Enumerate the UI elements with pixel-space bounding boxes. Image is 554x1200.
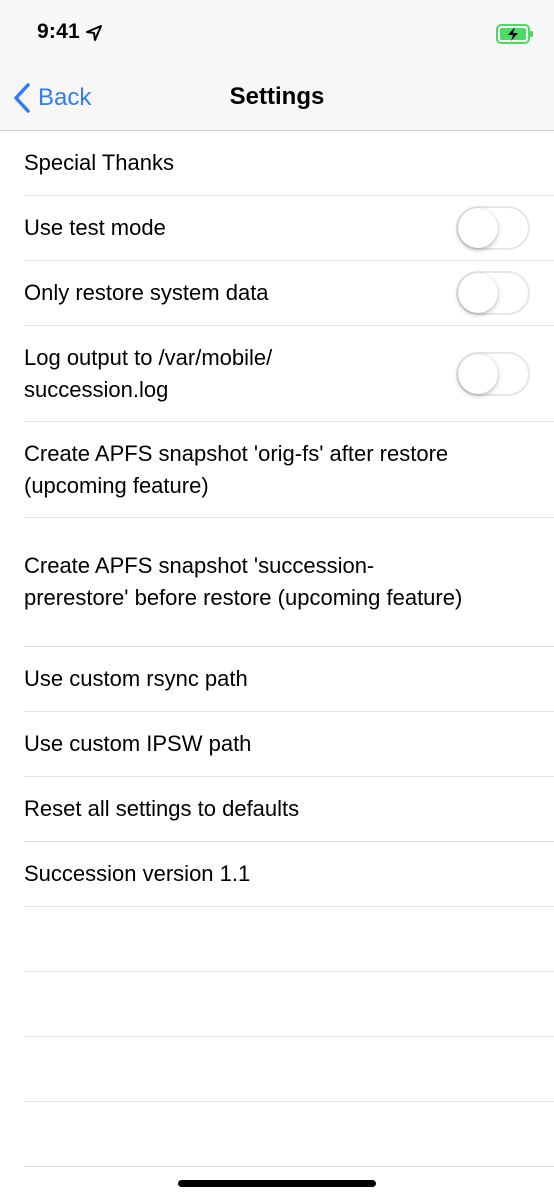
empty-row [24,972,554,1037]
settings-row-test-mode: Use test mode [24,196,554,261]
row-label: Log output to /var/mobile/ succession.lo… [24,344,273,402]
row-label: Reset all settings to defaults [24,796,300,821]
home-indicator[interactable] [178,1180,376,1187]
row-label: Use test mode [24,215,166,240]
toggle-knob [458,353,498,394]
row-label: Succession version 1.1 [24,861,251,886]
settings-list: Special Thanks Use test mode Only restor… [0,131,554,1167]
settings-screen: 9:41 Back Settings Special Thanks Use te… [0,0,554,1200]
restore-system-data-toggle[interactable] [456,271,530,315]
settings-row-custom-rsync[interactable]: Use custom rsync path [24,647,554,712]
row-label: Create APFS snapshot 'succession-prerest… [24,553,463,610]
toggle-knob [458,208,498,248]
settings-row-version[interactable]: Succession version 1.1 [24,842,554,907]
toggle-knob [458,273,498,313]
settings-row-snapshot-prerestore[interactable]: Create APFS snapshot 'succession-prerest… [24,518,554,647]
settings-row-snapshot-orig-fs[interactable]: Create APFS snapshot 'orig-fs' after res… [24,422,554,518]
empty-row [24,1102,554,1167]
status-time: 9:41 [37,20,80,43]
row-label: Use custom IPSW path [24,731,252,756]
row-label: Use custom rsync path [24,666,248,691]
empty-row [24,907,554,972]
row-label: Special Thanks [24,150,175,175]
status-bar: 9:41 [0,0,554,66]
row-label: Only restore system data [24,280,269,305]
test-mode-toggle[interactable] [456,206,530,250]
settings-row-custom-ipsw[interactable]: Use custom IPSW path [24,712,554,777]
settings-row-reset-defaults[interactable]: Reset all settings to defaults [24,777,554,842]
navigation-bar: Back Settings [0,66,554,131]
settings-row-restore-system-data: Only restore system data [24,261,554,326]
settings-row-log-output: Log output to /var/mobile/ succession.lo… [24,326,554,422]
empty-row [24,1037,554,1102]
location-arrow-icon [86,25,102,41]
log-output-toggle[interactable] [456,351,530,396]
battery-charging-icon [496,24,533,44]
row-label: Create APFS snapshot 'orig-fs' after res… [24,440,449,498]
settings-row-special-thanks[interactable]: Special Thanks [24,131,554,196]
page-title: Settings [229,83,325,110]
